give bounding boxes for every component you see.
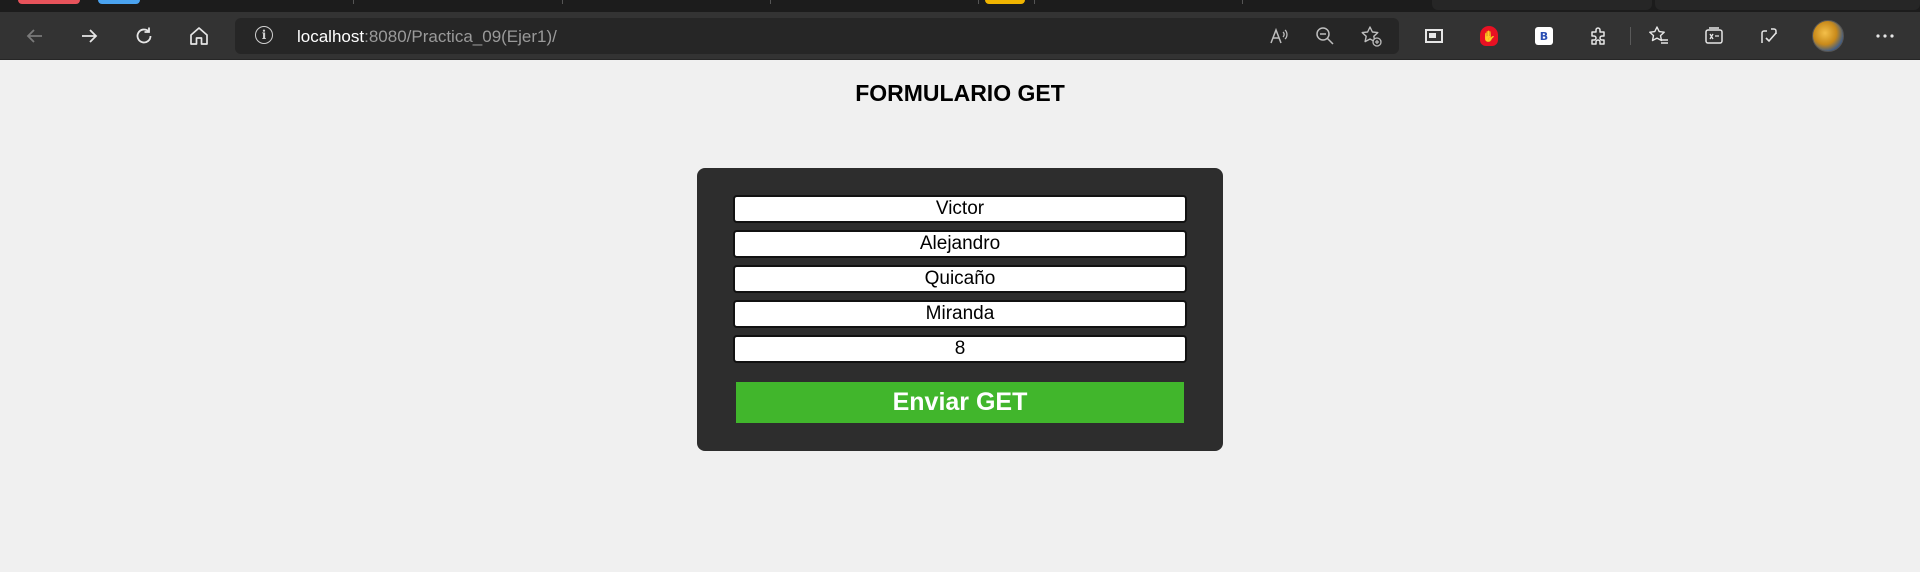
tab-separator bbox=[562, 0, 563, 4]
site-info-icon[interactable]: i bbox=[255, 26, 273, 44]
tab-strip bbox=[0, 0, 1920, 12]
extensions-puzzle-icon[interactable] bbox=[1582, 19, 1616, 53]
ext-red-glyph: ✋ bbox=[1480, 26, 1498, 46]
browser-toolbar: i localhost:8080/Practica_09(Ejer1)/ ✋ B bbox=[0, 12, 1920, 60]
extension-b-icon[interactable]: B bbox=[1527, 19, 1561, 53]
url-text[interactable]: localhost:8080/Practica_09(Ejer1)/ bbox=[297, 27, 557, 47]
page-title: FORMULARIO GET bbox=[855, 80, 1065, 106]
tab-separator bbox=[1242, 0, 1243, 4]
read-aloud-icon[interactable] bbox=[1266, 23, 1292, 49]
get-form: Enviar GET bbox=[697, 168, 1223, 451]
url-path: :8080/Practica_09(Ejer1)/ bbox=[364, 27, 557, 46]
address-bar[interactable]: i localhost:8080/Practica_09(Ejer1)/ bbox=[235, 18, 1399, 54]
avatar-image bbox=[1812, 20, 1844, 52]
ext-b-label: B bbox=[1535, 27, 1553, 45]
favorites-icon[interactable] bbox=[1642, 19, 1676, 53]
add-favorite-icon[interactable] bbox=[1358, 23, 1384, 49]
pip-box bbox=[1425, 29, 1443, 43]
tab-separator bbox=[353, 0, 354, 4]
active-tab[interactable] bbox=[1432, 0, 1652, 10]
refresh-icon[interactable] bbox=[127, 19, 161, 53]
middle-name-field[interactable] bbox=[733, 230, 1187, 258]
extension-red-icon[interactable]: ✋ bbox=[1472, 19, 1506, 53]
profile-avatar[interactable] bbox=[1811, 19, 1845, 53]
tab-right[interactable] bbox=[1655, 0, 1920, 10]
first-name-field[interactable] bbox=[733, 195, 1187, 223]
tab-separator bbox=[1034, 0, 1035, 4]
home-icon[interactable] bbox=[182, 19, 216, 53]
zoom-out-icon[interactable] bbox=[1312, 23, 1338, 49]
collections-icon[interactable] bbox=[1697, 19, 1731, 53]
forward-arrow-icon[interactable] bbox=[72, 19, 106, 53]
url-host: localhost bbox=[297, 27, 365, 46]
number-field[interactable] bbox=[733, 335, 1187, 363]
tab-favicon-yellow[interactable] bbox=[985, 0, 1025, 4]
performance-icon[interactable] bbox=[1752, 19, 1786, 53]
toolbar-divider bbox=[1630, 27, 1631, 45]
tab-favicon-red[interactable] bbox=[18, 0, 80, 4]
more-options-icon[interactable] bbox=[1868, 19, 1902, 53]
second-last-name-field[interactable] bbox=[733, 300, 1187, 328]
tab-favicon-blue[interactable] bbox=[98, 0, 140, 4]
picture-in-picture-icon[interactable] bbox=[1417, 19, 1451, 53]
back-arrow-icon[interactable] bbox=[18, 19, 52, 53]
last-name-field[interactable] bbox=[733, 265, 1187, 293]
tab-separator bbox=[978, 0, 979, 4]
submit-get-button[interactable]: Enviar GET bbox=[736, 382, 1184, 423]
tab-separator bbox=[770, 0, 771, 4]
